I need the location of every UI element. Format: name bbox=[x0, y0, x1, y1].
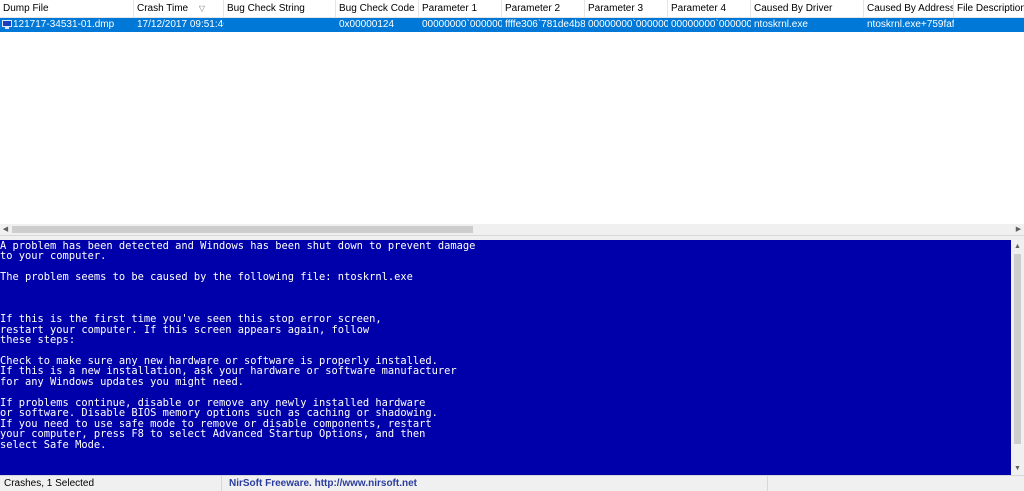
cell-crash-time: 17/12/2017 09:51:46 bbox=[137, 19, 224, 30]
col-header-label: File Description bbox=[957, 3, 1024, 14]
cell-dump-file: 121717-34531-01.dmp bbox=[0, 18, 134, 32]
col-header-label: Parameter 2 bbox=[505, 3, 561, 14]
bsod-line: The problem seems to be caused by the fo… bbox=[0, 271, 413, 284]
col-header-label: Bug Check Code bbox=[339, 3, 415, 14]
cell-bug-check-string bbox=[224, 18, 336, 32]
col-header-label: Caused By Driver bbox=[754, 3, 833, 14]
cell-caused-by-address: ntoskrnl.exe+759faf bbox=[867, 19, 954, 30]
column-header-row: Dump File Crash Time ▽ Bug Check String B… bbox=[0, 0, 1024, 18]
nirsoft-link[interactable]: http://www.nirsoft.net bbox=[315, 478, 417, 489]
cell-parameter-4: 00000000`000000... bbox=[671, 19, 751, 30]
cell-parameter-3: 00000000`000000... bbox=[588, 19, 668, 30]
status-bar: Crashes, 1 Selected NirSoft Freeware. ht… bbox=[0, 475, 1024, 491]
col-header-caused-by-address[interactable]: Caused By Address bbox=[864, 0, 954, 17]
table-row[interactable]: 121717-34531-01.dmp 17/12/2017 09:51:46 … bbox=[0, 18, 1024, 32]
col-header-label: Caused By Address bbox=[867, 3, 954, 14]
col-header-bug-check-string[interactable]: Bug Check String bbox=[224, 0, 336, 17]
crash-list-view[interactable]: Dump File Crash Time ▽ Bug Check String B… bbox=[0, 0, 1024, 224]
col-header-bug-check-code[interactable]: Bug Check Code bbox=[336, 0, 419, 17]
col-header-crash-time[interactable]: Crash Time ▽ bbox=[134, 0, 224, 17]
vertical-scroll-thumb[interactable] bbox=[1014, 254, 1021, 444]
col-header-parameter-4[interactable]: Parameter 4 bbox=[668, 0, 751, 17]
status-summary: Crashes, 1 Selected bbox=[0, 476, 222, 491]
col-header-label: Bug Check String bbox=[227, 3, 305, 14]
col-header-label: Dump File bbox=[3, 3, 49, 14]
crash-dump-icon bbox=[2, 20, 12, 29]
bsod-line: to your computer. bbox=[0, 250, 107, 263]
col-header-label: Parameter 1 bbox=[422, 3, 478, 14]
blue-screen-preview: A problem has been detected and Windows … bbox=[0, 240, 1011, 475]
sort-descending-icon: ▽ bbox=[198, 4, 205, 13]
vertical-scrollbar[interactable]: ▲ ▼ bbox=[1011, 240, 1024, 475]
cell-parameter-1: 00000000`000000... bbox=[422, 19, 502, 30]
dump-file-name: 121717-34531-01.dmp bbox=[13, 19, 115, 30]
status-credit: NirSoft Freeware. http://www.nirsoft.net bbox=[222, 476, 768, 491]
col-header-parameter-1[interactable]: Parameter 1 bbox=[419, 0, 502, 17]
bsod-line: for any Windows updates you might need. bbox=[0, 375, 244, 388]
scroll-left-arrow-icon[interactable]: ◀ bbox=[0, 224, 11, 235]
col-header-caused-by-driver[interactable]: Caused By Driver bbox=[751, 0, 864, 17]
cell-caused-by-driver: ntoskrnl.exe bbox=[754, 19, 808, 30]
cell-parameter-2: ffffe306`781de4b8 bbox=[505, 19, 585, 30]
col-header-parameter-3[interactable]: Parameter 3 bbox=[585, 0, 668, 17]
col-header-dump-file[interactable]: Dump File bbox=[0, 0, 134, 17]
horizontal-scroll-thumb[interactable] bbox=[12, 226, 473, 233]
col-header-label: Parameter 3 bbox=[588, 3, 644, 14]
status-empty-pane bbox=[768, 476, 1024, 491]
cell-bug-check-code: 0x00000124 bbox=[339, 19, 395, 30]
horizontal-scrollbar[interactable]: ◀ ▶ bbox=[0, 224, 1024, 235]
col-header-file-description[interactable]: File Description bbox=[954, 0, 1024, 17]
scroll-up-arrow-icon[interactable]: ▲ bbox=[1011, 240, 1024, 253]
bsod-line: select Safe Mode. bbox=[0, 438, 107, 451]
nirsoft-credit: NirSoft Freeware. bbox=[229, 478, 312, 489]
col-header-parameter-2[interactable]: Parameter 2 bbox=[502, 0, 585, 17]
scroll-right-arrow-icon[interactable]: ▶ bbox=[1013, 224, 1024, 235]
scroll-down-arrow-icon[interactable]: ▼ bbox=[1011, 462, 1024, 475]
bsod-line: these steps: bbox=[0, 334, 76, 346]
cell-file-description bbox=[954, 18, 1024, 32]
col-header-label: Crash Time bbox=[137, 3, 189, 14]
col-header-label: Parameter 4 bbox=[671, 3, 727, 14]
